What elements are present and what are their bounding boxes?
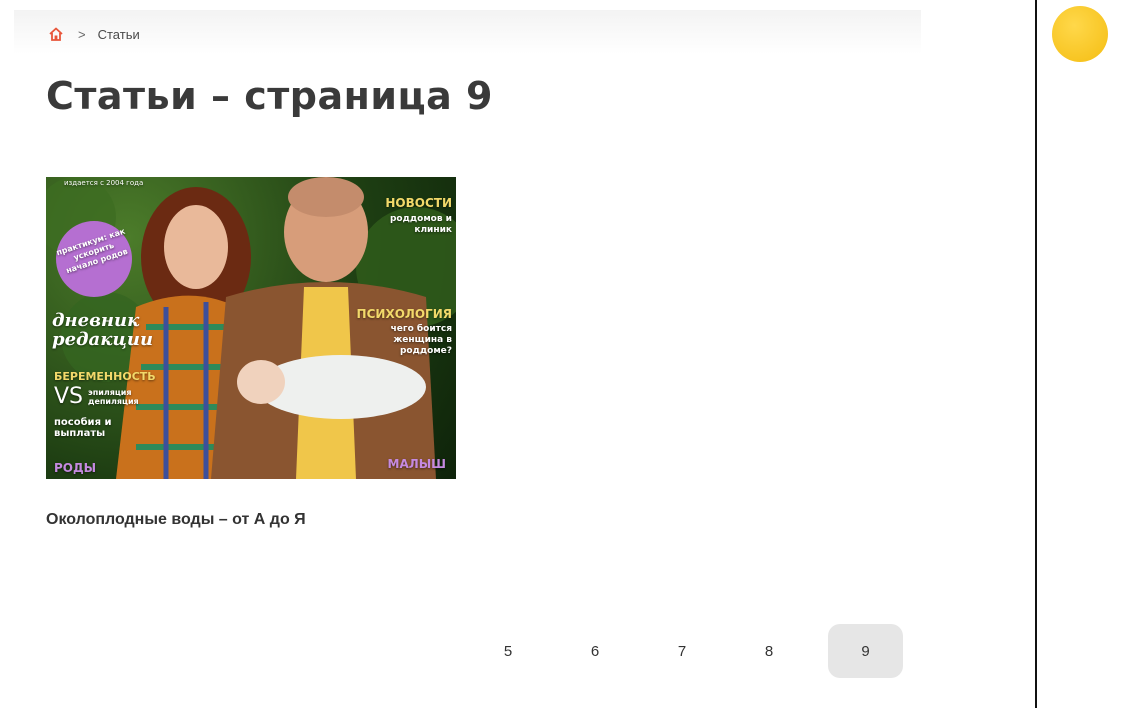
breadcrumb-separator: > [78,26,86,42]
article-card[interactable]: издается с 2004 года НОВОСТИ роддомов и … [46,177,456,529]
cover-benefits: пособия и выплаты [54,417,112,439]
cover-pregnancy: БЕРЕМЕННОСТЬ [54,370,156,383]
cover-psychology-sub: чего боится женщина в роддоме? [390,324,452,356]
page-link-5[interactable]: 5 [480,624,536,678]
cover-news-sub: роддомов и клиник [389,214,452,235]
page-link-9-current[interactable]: 9 [828,624,903,678]
cover-baby: МАЛЫШ [387,457,446,471]
pagination: 5 6 7 8 9 [480,624,903,678]
page-link-6[interactable]: 6 [567,624,623,678]
cover-births: РОДЫ [54,461,97,475]
cover-diary: дневник редакции [52,310,154,350]
page-link-7[interactable]: 7 [654,624,710,678]
cover-vs-sub: эпиляция депиляция [88,388,139,406]
page-link-8[interactable]: 8 [741,624,797,678]
cover-top-label: издается с 2004 года [64,179,144,187]
page-title: Статьи – страница 9 [46,74,493,118]
breadcrumb: > Статьи [48,24,140,44]
article-title-link[interactable]: Околоплодные воды – от А до Я [46,511,456,529]
breadcrumb-bar [14,10,921,54]
yellow-circle-button[interactable] [1052,6,1108,62]
cover-psychology: ПСИХОЛОГИЯ [356,307,452,321]
panel-divider [1035,0,1037,708]
cover-vs: VS [54,384,84,409]
breadcrumb-current: Статьи [97,26,140,42]
home-icon[interactable] [48,26,64,42]
article-cover-image[interactable]: издается с 2004 года НОВОСТИ роддомов и … [46,177,456,479]
cover-news: НОВОСТИ [385,196,452,210]
